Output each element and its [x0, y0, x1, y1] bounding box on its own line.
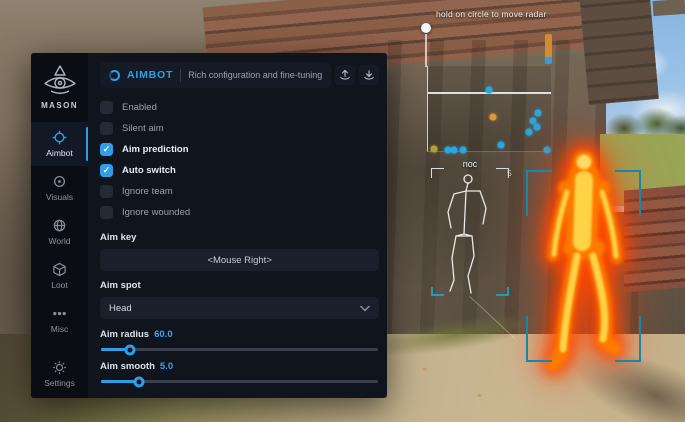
toggle-ignore-wounded[interactable]: Ignore wounded [100, 202, 379, 223]
aim-radius-label: Aim radius [100, 329, 149, 340]
bracket-corner [526, 316, 552, 362]
toggle-enabled[interactable]: Enabled [100, 97, 379, 118]
cube-icon [52, 262, 67, 277]
radar-move-handle[interactable] [421, 23, 431, 33]
aimbot-ring-icon [109, 70, 120, 81]
toggle-ignore-team[interactable]: Ignore team [100, 181, 379, 202]
crosshair-icon [52, 130, 67, 145]
aim-smooth-label: Aim smooth [100, 361, 155, 372]
radar-dot [526, 129, 533, 136]
skeleton-esp [428, 160, 512, 300]
sidebar-item-label: Visuals [46, 192, 73, 202]
sidebar-item-visuals[interactable]: Visuals [31, 166, 88, 210]
export-config-button[interactable] [335, 65, 355, 85]
radar-dot [534, 124, 541, 131]
radar-dot [498, 142, 505, 149]
slider-thumb[interactable] [133, 376, 144, 387]
gear-icon [52, 360, 67, 375]
import-config-button[interactable] [359, 65, 379, 85]
globe-icon [52, 218, 67, 233]
aim-smooth-slider[interactable] [101, 380, 378, 383]
radar-handle-stem [425, 34, 427, 67]
checkbox[interactable] [100, 143, 113, 156]
slider-thumb[interactable] [125, 344, 136, 355]
sidebar-item-label: Settings [44, 378, 75, 388]
player-esp-box [526, 170, 641, 362]
sidebar-item-label: Loot [51, 280, 68, 290]
marker-orange-segment [545, 34, 552, 57]
download-icon [362, 68, 376, 82]
aim-key-bind-button[interactable]: <Mouse Right> [100, 249, 379, 271]
aim-smooth-label-row: Aim smooth 5.0 [100, 361, 379, 372]
checkbox[interactable] [100, 185, 113, 198]
brick-column [579, 0, 658, 105]
checkbox[interactable] [100, 206, 113, 219]
radar-hint-text: hold on circle to move radar [436, 9, 547, 19]
sidebar-item-aimbot[interactable]: Aimbot [31, 122, 88, 166]
cheat-menu-window: MASON Aimbot Visuals [31, 53, 387, 398]
sidebar-item-misc[interactable]: Misc [31, 298, 88, 342]
divider [180, 69, 181, 82]
toggle-label: Aim prediction [122, 144, 189, 155]
aim-radius-label-row: Aim radius 60.0 [100, 329, 379, 340]
checkbox[interactable] [100, 101, 113, 114]
aim-radius-slider[interactable] [101, 348, 378, 351]
aim-smooth-value: 5.0 [160, 361, 173, 372]
aim-key-label: Aim key [100, 232, 379, 243]
sidebar-nav: Aimbot Visuals World [31, 122, 88, 396]
radar-elevation-marker [545, 34, 552, 64]
radar-dot [490, 114, 497, 121]
eye-icon [52, 174, 67, 189]
radar-dot [460, 147, 467, 154]
bracket-corner [615, 316, 641, 362]
toggle-label: Enabled [122, 102, 157, 113]
radar-dot [535, 110, 542, 117]
main-content: AIMBOT Rich configuration and fine-tunin… [88, 53, 391, 398]
screenshot-root: hold on circle to move radar noc 5 [0, 0, 685, 422]
aim-spot-value: Head [109, 303, 132, 314]
sidebar-item-label: Aimbot [46, 148, 72, 158]
page-title: AIMBOT [127, 69, 173, 81]
checkbox[interactable] [100, 122, 113, 135]
ellipsis-icon [52, 306, 67, 321]
toggle-label: Ignore wounded [122, 207, 190, 218]
marker-blue-segment [545, 57, 552, 64]
sidebar-item-label: Misc [51, 324, 68, 334]
wall-fragment [653, 0, 685, 16]
chevron-down-icon [360, 305, 370, 312]
toggle-silent-aim[interactable]: Silent aim [100, 118, 379, 139]
radar-dot [431, 146, 438, 153]
aim-spot-label: Aim spot [100, 280, 379, 291]
toggle-label: Ignore team [122, 186, 173, 197]
toggle-aim-prediction[interactable]: Aim prediction [100, 139, 379, 160]
radar-dot [451, 147, 458, 154]
header-bar: AIMBOT Rich configuration and fine-tunin… [100, 62, 331, 88]
page-subtitle: Rich configuration and fine-tuning [188, 70, 322, 80]
toggle-list: Enabled Silent aim Aim prediction Auto s… [100, 97, 379, 223]
toggle-label: Auto switch [122, 165, 176, 176]
sidebar-item-label: World [48, 236, 70, 246]
logo-label: MASON [41, 101, 78, 110]
toggle-label: Silent aim [122, 123, 164, 134]
sidebar-item-loot[interactable]: Loot [31, 254, 88, 298]
checkbox[interactable] [100, 164, 113, 177]
mason-logo: MASON [41, 64, 78, 110]
aim-spot-select[interactable]: Head [100, 297, 379, 319]
bracket-corner [615, 170, 641, 216]
sidebar-item-world[interactable]: World [31, 210, 88, 254]
sidebar: MASON Aimbot Visuals [31, 53, 88, 398]
masonic-eye-icon [42, 64, 78, 96]
aim-radius-value: 60.0 [154, 329, 173, 340]
radar-dot [486, 87, 493, 94]
upload-icon [338, 68, 352, 82]
toggle-auto-switch[interactable]: Auto switch [100, 160, 379, 181]
sidebar-item-settings[interactable]: Settings [31, 352, 88, 396]
header-row: AIMBOT Rich configuration and fine-tunin… [100, 62, 379, 88]
bracket-corner [526, 170, 552, 216]
